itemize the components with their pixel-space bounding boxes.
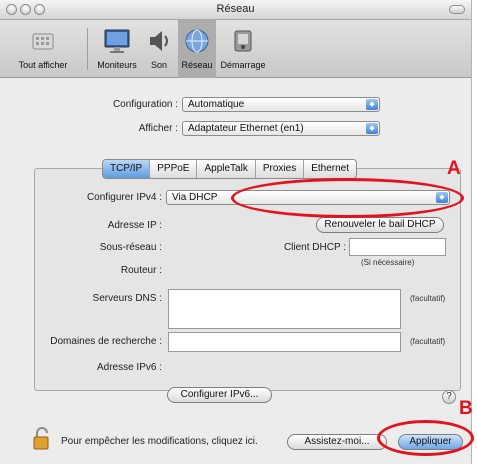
title-bar: Réseau: [0, 0, 471, 20]
window-title: Réseau: [216, 3, 255, 15]
client-dhcp-label: Client DHCP :: [283, 242, 346, 253]
tab-proxies[interactable]: Proxies: [255, 160, 305, 178]
lock-icon[interactable]: [33, 425, 53, 451]
afficher-label: Afficher :: [138, 123, 178, 134]
configuration-popup[interactable]: Automatique ◆: [182, 97, 380, 112]
toolbar-label: Tout afficher: [18, 60, 68, 70]
afficher-popup[interactable]: Adaptateur Ethernet (en1) ◆: [182, 121, 380, 136]
search-domains-field[interactable]: [168, 332, 401, 352]
configurer-ipv4-label: Configurer IPv4 :: [86, 192, 162, 203]
monitor-icon: [104, 29, 130, 53]
sous-reseau-label: Sous-réseau :: [99, 242, 162, 253]
tab-tcpip[interactable]: TCP/IP: [103, 160, 151, 178]
toolbar-label: Démarrage: [220, 60, 266, 70]
toolbar-monitors[interactable]: Moniteurs: [92, 20, 142, 78]
dns-servers-field[interactable]: [168, 289, 401, 329]
configurer-ipv4-value: Via DHCP: [172, 192, 218, 203]
show-all-icon: [32, 33, 54, 50]
toolbar-network[interactable]: Réseau: [178, 20, 216, 78]
lock-text: Pour empêcher les modifications, cliquez…: [61, 436, 258, 447]
startup-disk-icon: [234, 30, 252, 52]
annotation-ellipse-a: [231, 178, 464, 218]
adresse-ip-label: Adresse IP :: [107, 220, 162, 231]
configure-ipv6-button[interactable]: Configurer IPv6...: [167, 387, 272, 403]
annotation-ellipse-b: [377, 420, 474, 456]
client-dhcp-input[interactable]: [349, 238, 446, 256]
popup-arrows-icon: ◆: [366, 123, 378, 134]
configuration-label: Configuration :: [112, 99, 178, 110]
speaker-icon: [150, 31, 168, 51]
annotation-label-a: A: [447, 158, 461, 179]
assistez-moi-button[interactable]: Assistez-moi...: [287, 434, 387, 450]
toolbar-label: Moniteurs: [97, 60, 137, 70]
tab-bar: TCP/IP PPPoE AppleTalk Proxies Ethernet: [102, 159, 358, 179]
si-necessaire-text: (Si nécessaire): [361, 258, 415, 267]
popup-arrows-icon: ◆: [366, 99, 378, 110]
tab-pppoe[interactable]: PPPoE: [150, 160, 198, 178]
routeur-label: Routeur :: [120, 265, 162, 276]
toolbar-label: Son: [150, 60, 167, 70]
preferences-window: Réseau Tout afficher Moniteurs Son Résea…: [0, 0, 472, 464]
afficher-value: Adaptateur Ethernet (en1): [188, 123, 304, 134]
toolbar-startup[interactable]: Démarrage: [218, 20, 268, 78]
serveurs-dns-label: Serveurs DNS :: [92, 293, 162, 304]
renew-dhcp-lease-button[interactable]: Renouveler le bail DHCP: [316, 217, 444, 233]
toolbar: Tout afficher Moniteurs Son Réseau Démar…: [0, 20, 471, 78]
network-globe-icon: [185, 29, 209, 53]
configuration-value: Automatique: [188, 99, 245, 110]
toolbar-separator: [87, 28, 88, 70]
toolbar-label: Réseau: [181, 60, 213, 70]
annotation-label-b: B: [459, 398, 473, 419]
facultatif-dns-text: (facultatif): [410, 294, 446, 303]
tab-ethernet[interactable]: Ethernet: [304, 160, 357, 178]
facultatif-domains-text: (facultatif): [410, 337, 446, 346]
toolbar-toggle-button[interactable]: [449, 5, 465, 14]
toolbar-sound[interactable]: Son: [142, 20, 176, 78]
adresse-ipv6-label: Adresse IPv6 :: [96, 362, 162, 373]
tab-appletalk[interactable]: AppleTalk: [197, 160, 256, 178]
toolbar-show-all[interactable]: Tout afficher: [0, 20, 86, 78]
help-button[interactable]: ?: [442, 390, 456, 404]
domaines-label: Domaines de recherche :: [50, 336, 162, 347]
